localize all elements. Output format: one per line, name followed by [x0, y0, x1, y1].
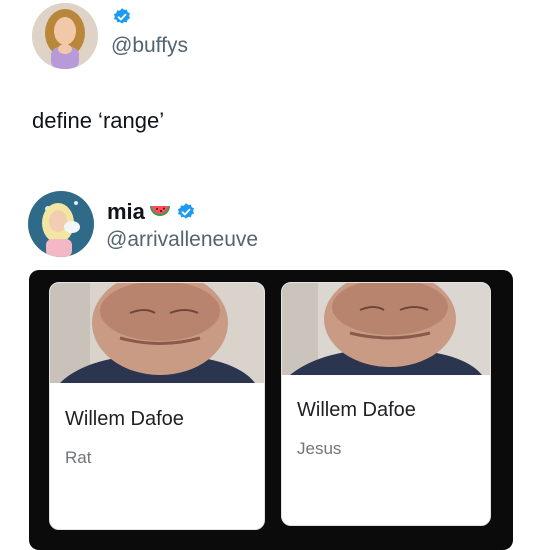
- card-name: Willem Dafoe: [297, 399, 416, 421]
- avatar-buffys[interactable]: [32, 3, 98, 69]
- portrait-photo: [50, 283, 264, 383]
- avatar-buffys-image: [32, 3, 98, 69]
- card-name: Willem Dafoe: [65, 408, 184, 430]
- card-role: Rat: [65, 448, 92, 467]
- verified-badge-icon: [177, 203, 194, 219]
- post-text: define ‘range’: [32, 108, 165, 133]
- card-role: Jesus: [297, 439, 342, 458]
- knowledge-card-right[interactable]: Willem Dafoe Jesus: [281, 282, 491, 526]
- portrait-photo: [282, 283, 490, 375]
- quoted-image-frame[interactable]: Willem Dafoe Rat Willem Dafoe Jesus: [29, 270, 513, 550]
- portrait-image: [50, 283, 264, 383]
- verified-badge-icon: [113, 8, 130, 24]
- handle-arrivalleneuve[interactable]: @arrivalleneuve: [106, 228, 258, 252]
- knowledge-card-left[interactable]: Willem Dafoe Rat: [49, 282, 265, 530]
- portrait-image: [282, 283, 490, 375]
- avatar-mia-image: [28, 191, 94, 257]
- handle-buffys[interactable]: @buffys: [111, 34, 188, 58]
- watermelon-icon: [150, 206, 170, 216]
- avatar-mia[interactable]: [28, 191, 94, 257]
- display-name-mia[interactable]: mia: [107, 199, 145, 225]
